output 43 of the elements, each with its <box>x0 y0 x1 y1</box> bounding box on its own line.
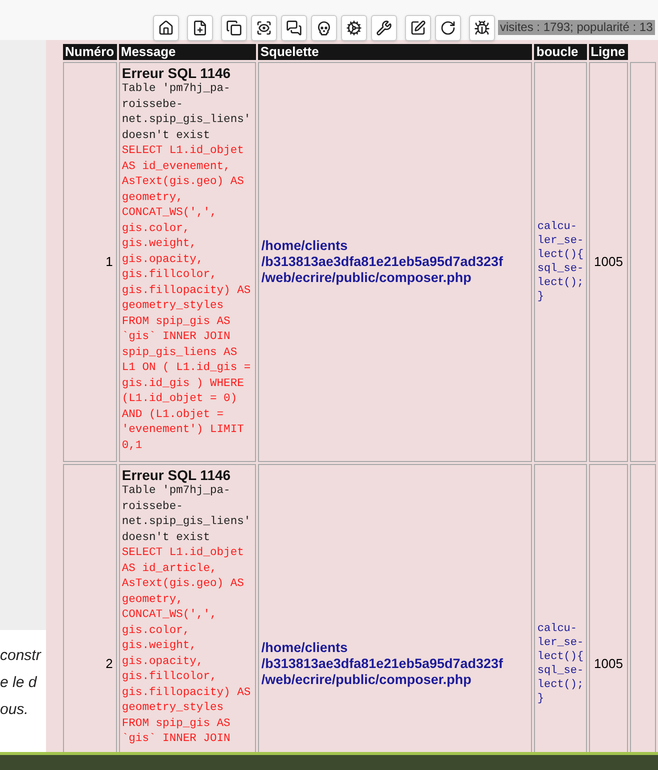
quote-text: e le d <box>0 673 38 693</box>
error-title: Erreur SQL 1146 <box>122 64 232 82</box>
eye-icon <box>256 20 272 36</box>
bug-icon <box>474 20 490 36</box>
toolbar-button[interactable] <box>311 15 337 41</box>
quote-text: constr <box>0 646 42 666</box>
table-cell: 1 <box>63 62 117 462</box>
file-path: /home/clients /b313813ae3dfa81e21eb5a95d7ad323f /web/ecrire/public/composer.php <box>261 640 504 688</box>
table-cell: 1005 <box>588 62 628 462</box>
toolbar-button[interactable] <box>435 15 461 41</box>
toolbar-button[interactable] <box>371 15 397 41</box>
toolbar-button[interactable] <box>187 15 213 41</box>
column-header: Squelette <box>258 44 532 60</box>
toolbar-button[interactable] <box>281 15 307 41</box>
column-header: Numéro <box>63 44 117 60</box>
toolbar-button[interactable] <box>341 15 367 41</box>
toolbar-button[interactable] <box>469 15 495 41</box>
speech-bubbles-icon <box>286 20 302 36</box>
skull-icon <box>316 20 332 36</box>
visit-stats: visites : 1793; popularité : 13 <box>498 20 655 35</box>
loop-name: calcu- ler_se- lect(){ sql_se- lect(); } <box>537 622 584 706</box>
column-header: boucle <box>534 44 587 60</box>
column-header: Ligne <box>588 44 628 60</box>
column-header: Message <box>118 44 256 60</box>
loop-name: calcu- ler_se- lect(){ sql_se- lect(); } <box>537 220 584 304</box>
toolbar-button[interactable] <box>153 15 179 41</box>
quote-text: ous. <box>0 700 30 720</box>
error-title: Erreur SQL 1146 <box>122 466 232 484</box>
edit-icon <box>410 20 426 36</box>
home-icon <box>158 20 174 36</box>
tools-icon <box>376 20 392 36</box>
toolbar-button[interactable] <box>405 15 431 41</box>
sql-query: SELECT L1.id_objet AS id_article, AsText(gis.geo) AS geometry, CONCAT_WS(',', gis.color, gis.weight, gis.opacity, gis.fillcolor, gis.fillopacity) AS geometry_styles FROM spip_gis AS `gis` INNER JOIN <box>122 546 252 747</box>
file-path: /home/clients /b313813ae3dfa81e21eb5a95d7ad323f /web/ecrire/public/composer.php <box>261 238 504 286</box>
toolbar-button[interactable] <box>221 15 247 41</box>
refresh-icon <box>440 20 456 36</box>
error-message: Table 'pm7hj_pa-roissebe-net.spip_gis_liens' doesn't exist <box>122 82 252 144</box>
error-message: Table 'pm7hj_pa-roissebe-net.spip_gis_liens' doesn't exist <box>122 484 252 546</box>
sql-query: SELECT L1.id_objet AS id_evenement, AsText(gis.geo) AS geometry, CONCAT_WS(',', gis.color, gis.weight, gis.opacity, gis.fillcolor, gis.fillopacity) AS geometry_styles FROM spip_gis AS `gis` INNER JOIN spip_gis_liens AS L1 ON ( L1.id_gis = gis.id_gis ) WHERE (L1.id_objet = 0) AND (L1.objet = 'evenement') LIMIT 0,1 <box>122 144 252 454</box>
copy-edit-icon <box>226 20 242 36</box>
toolbar-button[interactable] <box>251 15 277 41</box>
gears-icon <box>346 20 362 36</box>
file-plus-icon <box>192 20 208 36</box>
